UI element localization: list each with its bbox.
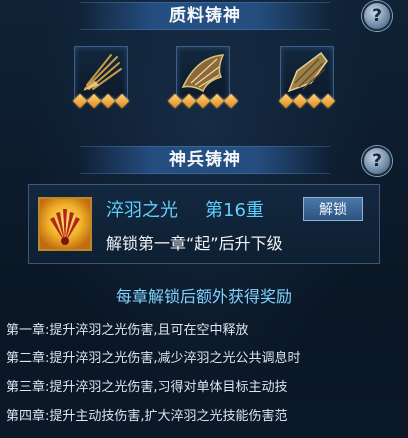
slot-3-stars [278,93,339,109]
skill-icon-frame[interactable] [38,197,92,251]
material-slot-1[interactable] [74,46,128,100]
golden-wing-icon [287,51,328,93]
star-icon [181,93,197,109]
skill-level: 第16重 [205,200,264,221]
star-icon [114,93,130,109]
weapon-section-title: 神兵铸神 [169,150,241,170]
chapter-reward-2: 第二章:提升淬羽之光伤害,减少淬羽之光公共调息时 [6,351,301,366]
star-icon [223,93,239,109]
rewards-title: 每章解锁后额外获得奖励 [115,287,292,306]
chapter-reward-1: 第一章:提升淬羽之光伤害,且可在空中释放 [6,323,249,338]
star-icon [72,93,88,109]
star-icon [195,93,211,109]
star-icon [209,93,225,109]
feather-glow-icon [50,209,80,245]
material-section-title: 质料铸神 [169,6,241,26]
golden-wing-icon [83,54,122,91]
golden-wing-icon [181,54,225,93]
material-section-header: 质料铸神 [80,2,330,30]
star-icon [292,93,308,109]
star-icon [86,93,102,109]
help-icon: ? [372,151,382,171]
weapon-help-button[interactable]: ? [362,146,392,176]
chapter-reward-3: 第三章:提升淬羽之光伤害,习得对单体目标主动技 [6,380,288,395]
slot-1-stars [72,93,133,109]
unlock-button[interactable]: 解锁 [303,197,363,221]
material-slot-2[interactable] [176,46,230,100]
unlock-condition: 解锁第一章“起”后升下级 [106,234,283,253]
chapter-reward-4: 第四章:提升主动技伤害,扩大淬羽之光技能伤害范 [6,409,288,424]
star-icon [167,93,183,109]
slot-2-stars [167,93,240,109]
star-icon [306,93,322,109]
help-icon: ? [372,6,382,26]
star-icon [278,93,294,109]
material-help-button[interactable]: ? [362,1,392,31]
star-icon [320,93,336,109]
material-slot-3[interactable] [280,46,334,100]
skill-name: 淬羽之光 [106,200,178,221]
star-icon [100,93,116,109]
weapon-section-header: 神兵铸神 [80,146,330,174]
